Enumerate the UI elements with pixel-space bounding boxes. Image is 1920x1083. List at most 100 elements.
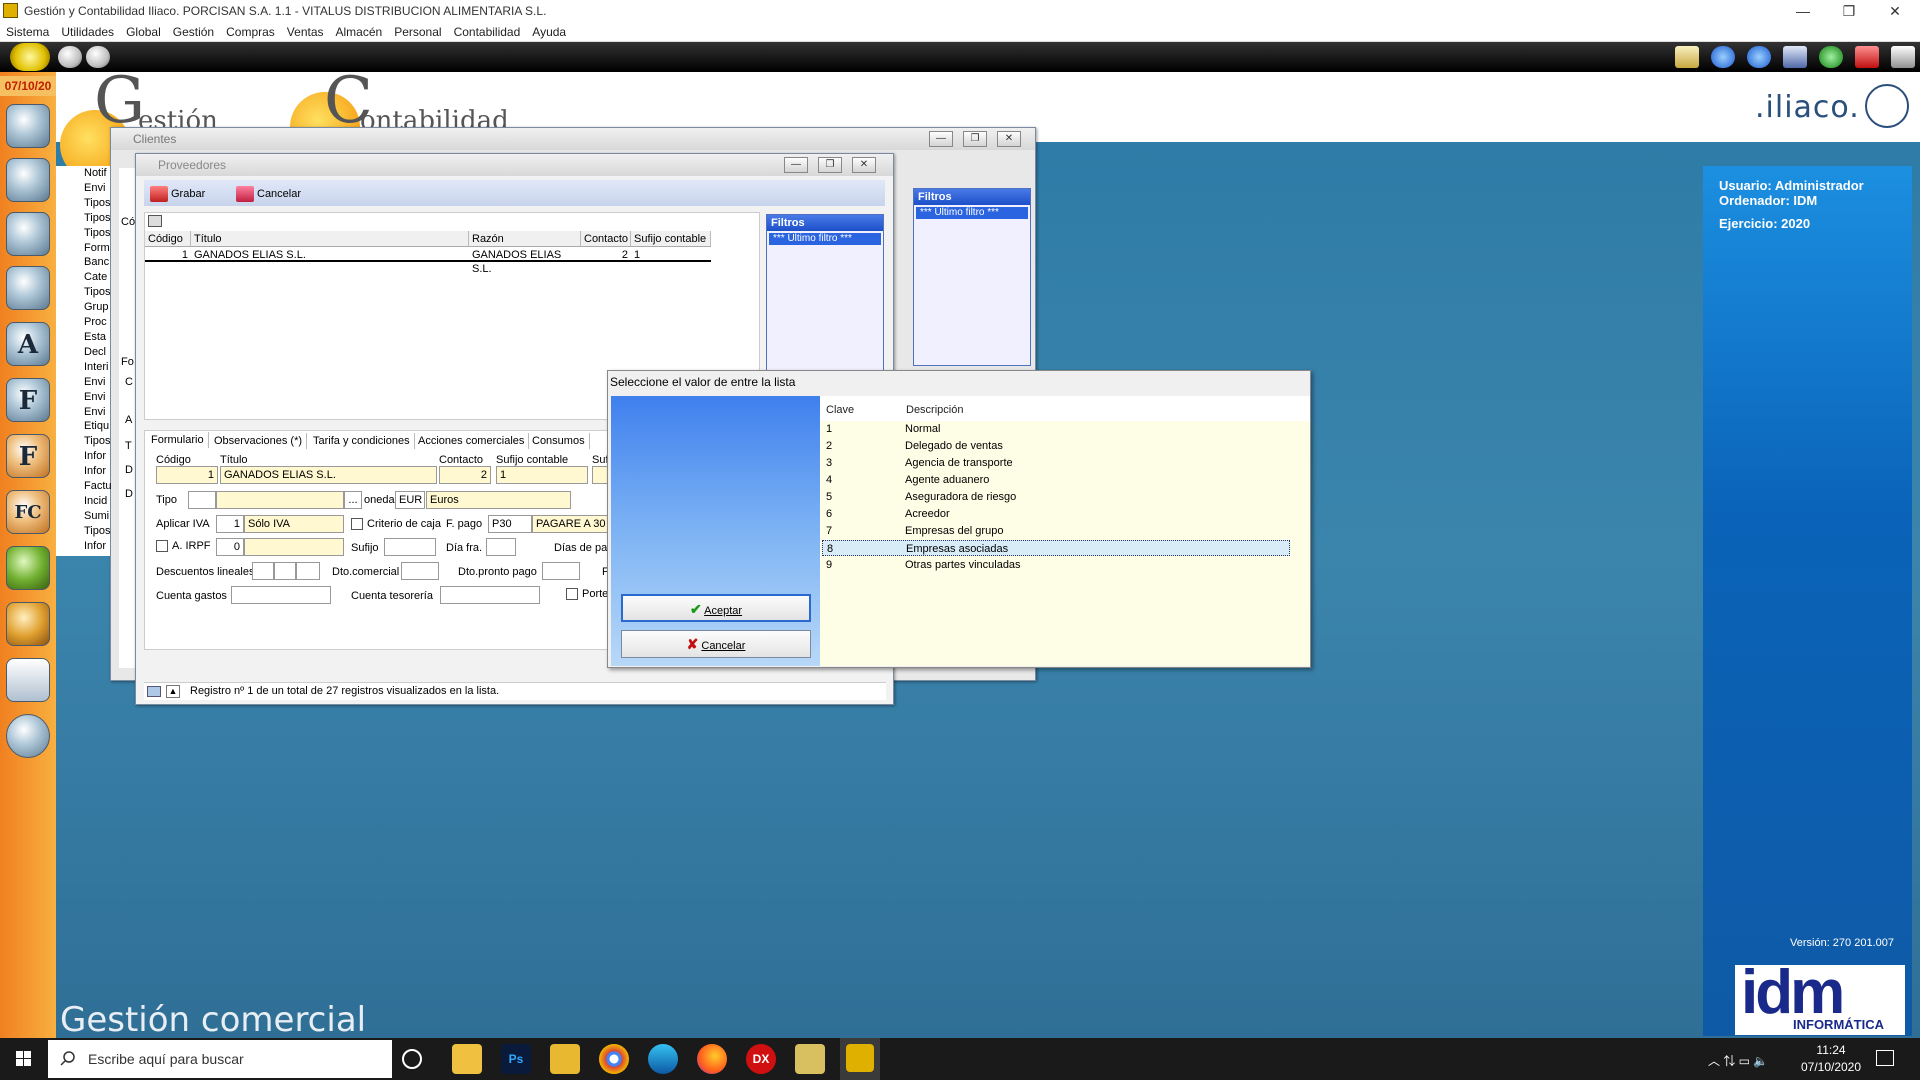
criterio-caja-checkbox[interactable] bbox=[351, 518, 363, 530]
letter-f-orange-icon[interactable]: F bbox=[6, 434, 50, 478]
restore-button[interactable]: ❐ bbox=[1826, 2, 1872, 20]
user-profile-icon[interactable] bbox=[6, 158, 50, 202]
nav-item[interactable]: Envi bbox=[84, 390, 112, 405]
menu-almacen[interactable]: Almacén bbox=[330, 22, 389, 39]
list-item[interactable]: 6 Acreedor bbox=[822, 506, 1290, 522]
nav-item[interactable]: Esta bbox=[84, 330, 112, 345]
nav-item[interactable]: Decl bbox=[84, 345, 112, 360]
nav-item[interactable]: Banc bbox=[84, 255, 112, 270]
nav-item[interactable]: Notif bbox=[84, 166, 112, 181]
proveedores-last-filter-item[interactable]: *** Último filtro *** bbox=[769, 233, 881, 245]
back-arrow-icon[interactable] bbox=[1711, 46, 1735, 68]
scroll-up-icon[interactable]: ▲ bbox=[166, 685, 180, 698]
menu-ayuda[interactable]: Ayuda bbox=[526, 22, 572, 39]
window-list-icon[interactable] bbox=[1783, 46, 1807, 68]
selection-dialog[interactable]: Seleccione el valor de entre la lista ✔ … bbox=[607, 370, 1311, 668]
menu-utilidades[interactable]: Utilidades bbox=[55, 22, 120, 39]
sufijo-contable-field[interactable]: 1 bbox=[496, 466, 588, 484]
nav-item[interactable]: Interi bbox=[84, 360, 112, 375]
nav-item[interactable]: Tipos bbox=[84, 196, 112, 211]
sufijo-field[interactable] bbox=[384, 538, 436, 556]
nav-item[interactable]: Form bbox=[84, 241, 112, 256]
nav-item[interactable]: Tipos bbox=[84, 434, 112, 449]
clientes-minimize-button[interactable]: — bbox=[929, 131, 953, 147]
portes-checkbox[interactable] bbox=[566, 588, 578, 600]
cuenta-gastos-field[interactable] bbox=[231, 586, 331, 604]
tray-icons[interactable]: ︿ ⇅ ▭ 🔈 bbox=[1708, 1052, 1768, 1069]
photoshop-icon[interactable]: Ps bbox=[501, 1044, 531, 1074]
iliaco-task-icon[interactable] bbox=[795, 1044, 825, 1074]
codigo-field[interactable]: 1 bbox=[156, 466, 218, 484]
contacto-field[interactable]: 2 bbox=[439, 466, 491, 484]
cuenta-tesoreria-field[interactable] bbox=[440, 586, 540, 604]
cell-razon[interactable]: GANADOS ELIAS S.L. bbox=[469, 248, 581, 275]
mail-app-icon[interactable] bbox=[550, 1044, 580, 1074]
iva-name-field[interactable]: Sólo IVA bbox=[244, 515, 344, 533]
forward-arrow-icon[interactable] bbox=[1747, 46, 1771, 68]
nav-item[interactable]: Infor bbox=[84, 464, 112, 479]
descuento-2-field[interactable] bbox=[274, 562, 296, 580]
proveedores-close-button[interactable]: ✕ bbox=[852, 157, 876, 173]
proveedores-restore-button[interactable]: ❐ bbox=[818, 157, 842, 173]
moneda-code-field[interactable]: EUR bbox=[395, 491, 425, 509]
irpf-name-field[interactable] bbox=[244, 538, 344, 556]
exit-icon[interactable] bbox=[1891, 46, 1915, 68]
notifications-icon[interactable] bbox=[1876, 1050, 1894, 1066]
menu-gestion[interactable]: Gestión bbox=[167, 22, 220, 39]
start-button[interactable] bbox=[0, 1038, 48, 1080]
help-icon[interactable] bbox=[1819, 46, 1843, 68]
cell-contacto[interactable]: 2 bbox=[581, 248, 631, 262]
nav-item[interactable]: Infor bbox=[84, 539, 112, 554]
tab-acciones[interactable]: Acciones comerciales bbox=[414, 433, 530, 449]
menu-sistema[interactable]: Sistema bbox=[0, 22, 55, 39]
letter-f-icon[interactable]: F bbox=[6, 378, 50, 422]
list-item[interactable]: 4 Agente aduanero bbox=[822, 472, 1290, 488]
tab-observaciones[interactable]: Observaciones (*) bbox=[210, 433, 308, 449]
file-explorer-icon[interactable] bbox=[452, 1044, 482, 1074]
col-codigo[interactable]: Código bbox=[145, 231, 191, 247]
fpago-code-field[interactable]: P30 bbox=[488, 515, 532, 533]
menu-global[interactable]: Global bbox=[120, 22, 167, 39]
list-item[interactable]: 1 Normal bbox=[822, 421, 1290, 437]
list-item[interactable]: 2 Delegado de ventas bbox=[822, 438, 1290, 454]
agent-icon[interactable] bbox=[6, 266, 50, 310]
menu-contabilidad[interactable]: Contabilidad bbox=[448, 22, 527, 39]
col-razon[interactable]: Razón bbox=[469, 231, 581, 247]
tipo-code-field[interactable] bbox=[188, 491, 216, 509]
nav-item[interactable]: Tipos bbox=[84, 226, 112, 241]
nav-icon[interactable] bbox=[147, 686, 161, 697]
list-item[interactable]: 9 Otras partes vinculadas bbox=[822, 557, 1290, 573]
values-list[interactable]: Clave Descripción 1 Normal 2 Delegado de v… bbox=[820, 396, 1310, 666]
list-item-selected[interactable]: 8 Empresas asociadas bbox=[822, 540, 1290, 556]
menu-personal[interactable]: Personal bbox=[388, 22, 447, 39]
tab-tarifa[interactable]: Tarifa y condiciones bbox=[309, 433, 415, 449]
dto-pronto-pago-field[interactable] bbox=[542, 562, 580, 580]
disc-icon[interactable] bbox=[6, 714, 50, 758]
iva-code-field[interactable]: 1 bbox=[216, 515, 244, 533]
tab-consumos[interactable]: Consumos bbox=[528, 433, 590, 449]
home-icon[interactable] bbox=[10, 43, 50, 71]
edge-icon[interactable] bbox=[648, 1044, 678, 1074]
nav-item[interactable]: Tipos bbox=[84, 524, 112, 539]
col-contacto[interactable]: Contacto bbox=[581, 231, 631, 247]
dx-app-icon[interactable]: DX bbox=[746, 1044, 776, 1074]
minimize-button[interactable]: — bbox=[1780, 2, 1826, 20]
cancel-button[interactable]: ✘ Cancelar bbox=[621, 630, 811, 658]
dia-fra-field[interactable] bbox=[486, 538, 516, 556]
dto-comercial-field[interactable] bbox=[401, 562, 439, 580]
firefox-icon[interactable] bbox=[697, 1044, 727, 1074]
nav-item[interactable]: Incid bbox=[84, 494, 112, 509]
close-window-icon[interactable] bbox=[1855, 46, 1879, 68]
taskbar-clock[interactable]: 11:24 07/10/2020 bbox=[1800, 1042, 1862, 1076]
save-button[interactable]: Grabar bbox=[150, 186, 205, 202]
clientes-restore-button[interactable]: ❐ bbox=[963, 131, 987, 147]
cancel-toolbar-button[interactable]: Cancelar bbox=[236, 186, 301, 202]
irpf-checkbox[interactable] bbox=[156, 540, 168, 552]
nav-item[interactable]: Grup bbox=[84, 300, 112, 315]
col-descripcion[interactable]: Descripción bbox=[906, 404, 963, 416]
clients-group-icon[interactable] bbox=[6, 104, 50, 148]
suf-field[interactable] bbox=[592, 466, 608, 484]
descuento-3-field[interactable] bbox=[296, 562, 320, 580]
tipo-browse-button[interactable]: ... bbox=[344, 491, 362, 509]
descuento-1-field[interactable] bbox=[252, 562, 274, 580]
